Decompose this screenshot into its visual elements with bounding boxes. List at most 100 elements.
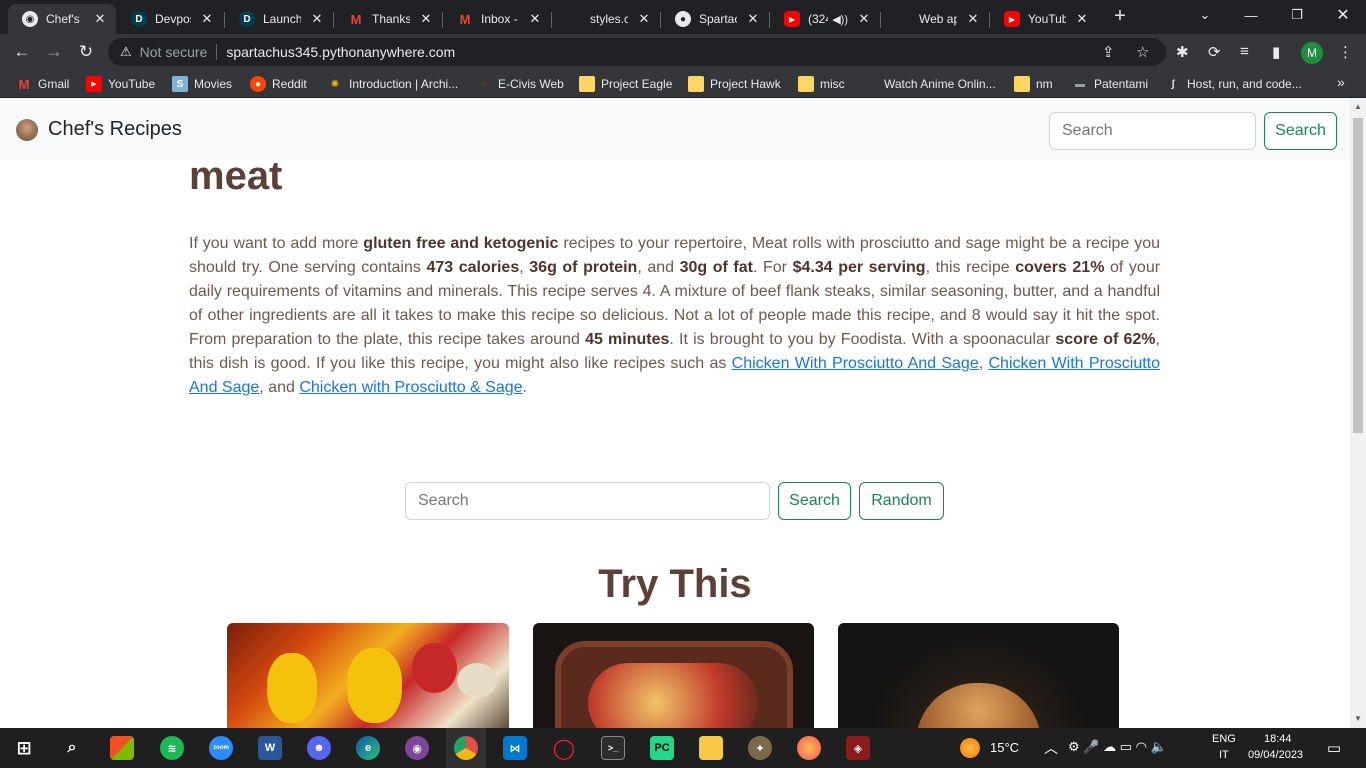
recipe-title: meat — [189, 154, 283, 198]
url-text[interactable]: spartachus345.pythonanywhere.com — [226, 44, 455, 60]
tab-github[interactable]: ● Spartachus ✕ — [661, 4, 769, 34]
bookmark-ecivis[interactable]: ◌ E-Civis Web — [476, 76, 564, 92]
close-icon[interactable]: ✕ — [199, 11, 215, 27]
menu-icon[interactable]: ⋮ — [1338, 43, 1353, 61]
close-icon[interactable]: ✕ — [856, 11, 872, 27]
tray-icons[interactable]: ⚙ 🎤 ☁ ▭ ◠ 🔈 — [1068, 739, 1167, 755]
close-icon[interactable]: ✕ — [965, 11, 981, 27]
speaker-icon[interactable]: ◀)) — [832, 13, 848, 26]
bookmark-movies[interactable]: S Movies — [172, 76, 232, 92]
compass-icon[interactable]: ✦ — [748, 736, 772, 760]
pycharm-icon[interactable]: PC — [650, 736, 674, 760]
bookmark-misc[interactable]: misc — [798, 76, 845, 92]
close-icon[interactable]: ✕ — [527, 11, 543, 27]
similar-recipe-link-3[interactable]: Chicken with Prosciutto & Sage — [299, 379, 522, 396]
address-bar[interactable]: ⚠ Not secure spartachus345.pythonanywher… — [108, 38, 1166, 66]
similar-recipe-link-1[interactable]: Chicken With Prosciutto And Sage — [732, 355, 979, 372]
tab-devpost[interactable]: D Devpost ✕ — [117, 4, 223, 34]
recipe-search-input[interactable] — [405, 482, 770, 520]
recipe-card-burger[interactable] — [838, 623, 1119, 728]
tab-styles-css[interactable]: styles.css ✕ — [552, 4, 660, 34]
site-brand[interactable]: Chef's Recipes — [16, 118, 182, 141]
tab-gmail-inbox[interactable]: M Inbox - ✕ — [443, 4, 551, 34]
reload-button[interactable]: ↻ — [74, 40, 98, 64]
close-icon[interactable]: ✕ — [309, 11, 325, 27]
firefox-icon[interactable] — [797, 736, 821, 760]
nav-search-button[interactable]: Search — [1264, 112, 1337, 150]
bookmark-label: Reddit — [272, 77, 307, 91]
not-secure-label[interactable]: Not secure — [140, 44, 208, 60]
app-icon[interactable]: ◈ — [846, 736, 870, 760]
zoom-icon[interactable]: zoom — [209, 736, 233, 760]
youtube-icon: ▶ — [1004, 11, 1020, 27]
tab-launchhacks[interactable]: D LaunchHacks ✕ — [225, 4, 333, 34]
bookmark-nm[interactable]: nm — [1014, 76, 1053, 92]
file-explorer-icon[interactable] — [699, 736, 723, 760]
weather-icon[interactable] — [960, 738, 980, 758]
spotify-icon[interactable]: ≋ — [160, 736, 184, 760]
restore-button[interactable]: ❐ — [1274, 0, 1320, 30]
notification-icon[interactable]: ▭ — [1322, 736, 1346, 760]
bookmark-star-icon[interactable]: ☆ — [1136, 43, 1149, 61]
recipe-search-button[interactable]: Search — [778, 482, 851, 520]
region-indicator[interactable]: IT — [1219, 749, 1229, 761]
profile-avatar[interactable]: M — [1301, 42, 1323, 64]
more-bookmarks-button[interactable]: » — [1337, 74, 1345, 90]
tab-chefs-recipes[interactable]: ◉ Chef's Recipes ✕ — [8, 4, 116, 34]
vscode-icon[interactable]: ⋈ — [503, 736, 527, 760]
tab-youtube-playing[interactable]: ▶ (324 ◀)) ✕ — [770, 4, 880, 34]
bookmark-archi[interactable]: ✺ Introduction | Archi... — [327, 76, 458, 92]
close-window-button[interactable]: ✕ — [1320, 0, 1366, 30]
bookmark-reddit[interactable]: ● Reddit — [250, 76, 307, 92]
page-scrollbar[interactable]: ▲ ▼ — [1350, 98, 1366, 728]
back-button[interactable]: ← — [10, 40, 34, 64]
close-icon[interactable]: ✕ — [745, 11, 761, 27]
recipe-card-peppers[interactable] — [227, 623, 509, 728]
bookmark-patentami[interactable]: ▬ Patentami — [1072, 76, 1148, 92]
language-indicator[interactable]: ENG — [1212, 733, 1236, 745]
warning-icon[interactable]: ⚠ — [120, 44, 132, 60]
windows-start-icon[interactable]: ⊞ — [12, 736, 36, 760]
clock-date[interactable]: 09/04/2023 — [1248, 749, 1303, 761]
bookmark-gmail[interactable]: M Gmail — [16, 76, 70, 92]
new-tab-button[interactable]: + — [1110, 6, 1130, 27]
windows-taskbar: ⊞ ⌕ ≋ zoom W ☻ e ◉ ⋈ ◯ >_ PC ✦ ◈ 15°C ︿ … — [0, 728, 1366, 768]
close-icon[interactable]: ✕ — [1074, 11, 1090, 27]
share-icon[interactable]: ⇪ — [1102, 43, 1115, 61]
recipe-card-casserole[interactable] — [533, 623, 814, 728]
media-control-icon[interactable]: ≡ — [1240, 43, 1249, 60]
extensions-icon[interactable]: ✱ — [1176, 43, 1189, 61]
bookmark-project-hawk[interactable]: Project Hawk — [688, 76, 781, 92]
tray-chevron-icon[interactable]: ︿ — [1044, 738, 1058, 758]
sync-icon[interactable]: ⟳ — [1208, 43, 1221, 61]
scrollbar-thumb[interactable] — [1353, 118, 1363, 433]
clock-time[interactable]: 18:44 — [1264, 733, 1292, 745]
close-icon[interactable]: ✕ — [92, 11, 108, 27]
close-icon[interactable]: ✕ — [418, 11, 434, 27]
word-icon[interactable]: W — [258, 736, 282, 760]
archi-icon: ✺ — [330, 78, 340, 90]
opera-icon[interactable]: ◯ — [552, 736, 576, 760]
bookmark-replit[interactable]: ʃ Host, run, and code... — [1165, 76, 1301, 92]
tab-gmail-thanks[interactable]: M Thanks for ✕ — [334, 4, 442, 34]
bookmark-anime[interactable]: Watch Anime Onlin... — [862, 76, 996, 92]
tab-search-button[interactable]: ⌄ — [1182, 0, 1228, 30]
tab-web-app[interactable]: Web app ✕ — [881, 4, 989, 34]
random-recipe-button[interactable]: Random — [859, 482, 944, 520]
edge-icon[interactable]: e — [356, 736, 380, 760]
movies-icon: S — [172, 76, 188, 92]
store-icon[interactable] — [110, 736, 134, 760]
tor-icon[interactable]: ◉ — [405, 736, 429, 760]
close-icon[interactable]: ✕ — [636, 11, 652, 27]
side-panel-icon[interactable]: ▮ — [1272, 43, 1280, 61]
tab-youtube[interactable]: ▶ YouTube ✕ — [990, 4, 1098, 34]
bookmark-project-eagle[interactable]: Project Eagle — [579, 76, 672, 92]
discord-icon[interactable]: ☻ — [307, 736, 331, 760]
terminal-icon[interactable]: >_ — [601, 736, 625, 760]
forward-button[interactable]: → — [42, 40, 66, 64]
nav-search-input[interactable] — [1049, 112, 1256, 150]
bookmark-youtube[interactable]: ▶ YouTube — [86, 76, 155, 92]
search-icon[interactable]: ⌕ — [60, 736, 84, 760]
minimize-button[interactable]: — — [1228, 0, 1274, 30]
weather-temp[interactable]: 15°C — [990, 740, 1019, 755]
